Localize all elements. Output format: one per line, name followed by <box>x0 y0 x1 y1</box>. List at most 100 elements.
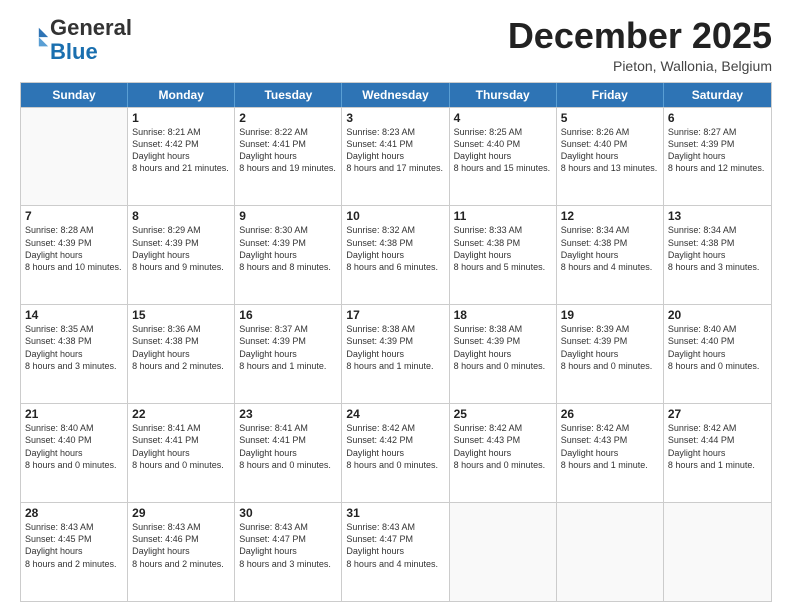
cal-cell: 7Sunrise: 8:28 AMSunset: 4:39 PMDaylight… <box>21 206 128 304</box>
day-info: Sunrise: 8:29 AMSunset: 4:39 PMDaylight … <box>132 224 230 273</box>
day-number: 19 <box>561 308 659 322</box>
cal-header-monday: Monday <box>128 83 235 107</box>
day-number: 17 <box>346 308 444 322</box>
cal-header-saturday: Saturday <box>664 83 771 107</box>
day-info: Sunrise: 8:42 AMSunset: 4:44 PMDaylight … <box>668 422 767 471</box>
day-number: 1 <box>132 111 230 125</box>
day-number: 14 <box>25 308 123 322</box>
day-info: Sunrise: 8:39 AMSunset: 4:39 PMDaylight … <box>561 323 659 372</box>
day-info: Sunrise: 8:32 AMSunset: 4:38 PMDaylight … <box>346 224 444 273</box>
day-info: Sunrise: 8:43 AMSunset: 4:47 PMDaylight … <box>346 521 444 570</box>
day-number: 10 <box>346 209 444 223</box>
logo-text: General Blue <box>50 16 132 64</box>
day-info: Sunrise: 8:37 AMSunset: 4:39 PMDaylight … <box>239 323 337 372</box>
cal-cell: 1Sunrise: 8:21 AMSunset: 4:42 PMDaylight… <box>128 108 235 206</box>
cal-cell: 11Sunrise: 8:33 AMSunset: 4:38 PMDayligh… <box>450 206 557 304</box>
cal-cell: 16Sunrise: 8:37 AMSunset: 4:39 PMDayligh… <box>235 305 342 403</box>
day-number: 31 <box>346 506 444 520</box>
day-number: 25 <box>454 407 552 421</box>
day-info: Sunrise: 8:34 AMSunset: 4:38 PMDaylight … <box>561 224 659 273</box>
day-info: Sunrise: 8:36 AMSunset: 4:38 PMDaylight … <box>132 323 230 372</box>
cal-header-thursday: Thursday <box>450 83 557 107</box>
day-number: 20 <box>668 308 767 322</box>
cal-cell: 6Sunrise: 8:27 AMSunset: 4:39 PMDaylight… <box>664 108 771 206</box>
cal-cell <box>664 503 771 601</box>
day-number: 24 <box>346 407 444 421</box>
cal-cell: 28Sunrise: 8:43 AMSunset: 4:45 PMDayligh… <box>21 503 128 601</box>
header: General Blue December 2025 Pieton, Wallo… <box>20 16 772 74</box>
cal-cell: 13Sunrise: 8:34 AMSunset: 4:38 PMDayligh… <box>664 206 771 304</box>
day-info: Sunrise: 8:30 AMSunset: 4:39 PMDaylight … <box>239 224 337 273</box>
logo: General Blue <box>20 16 132 64</box>
logo-blue: Blue <box>50 39 98 64</box>
cal-cell: 29Sunrise: 8:43 AMSunset: 4:46 PMDayligh… <box>128 503 235 601</box>
day-info: Sunrise: 8:41 AMSunset: 4:41 PMDaylight … <box>132 422 230 471</box>
day-info: Sunrise: 8:41 AMSunset: 4:41 PMDaylight … <box>239 422 337 471</box>
cal-cell: 12Sunrise: 8:34 AMSunset: 4:38 PMDayligh… <box>557 206 664 304</box>
day-number: 3 <box>346 111 444 125</box>
day-number: 27 <box>668 407 767 421</box>
day-info: Sunrise: 8:42 AMSunset: 4:42 PMDaylight … <box>346 422 444 471</box>
day-number: 13 <box>668 209 767 223</box>
day-number: 9 <box>239 209 337 223</box>
cal-cell: 20Sunrise: 8:40 AMSunset: 4:40 PMDayligh… <box>664 305 771 403</box>
cal-cell: 5Sunrise: 8:26 AMSunset: 4:40 PMDaylight… <box>557 108 664 206</box>
day-info: Sunrise: 8:23 AMSunset: 4:41 PMDaylight … <box>346 126 444 175</box>
cal-cell: 30Sunrise: 8:43 AMSunset: 4:47 PMDayligh… <box>235 503 342 601</box>
calendar: SundayMondayTuesdayWednesdayThursdayFrid… <box>20 82 772 602</box>
day-info: Sunrise: 8:42 AMSunset: 4:43 PMDaylight … <box>454 422 552 471</box>
day-info: Sunrise: 8:26 AMSunset: 4:40 PMDaylight … <box>561 126 659 175</box>
cal-cell: 19Sunrise: 8:39 AMSunset: 4:39 PMDayligh… <box>557 305 664 403</box>
day-number: 16 <box>239 308 337 322</box>
cal-cell <box>21 108 128 206</box>
page: General Blue December 2025 Pieton, Wallo… <box>0 0 792 612</box>
cal-cell <box>450 503 557 601</box>
day-info: Sunrise: 8:21 AMSunset: 4:42 PMDaylight … <box>132 126 230 175</box>
day-number: 30 <box>239 506 337 520</box>
cal-cell: 4Sunrise: 8:25 AMSunset: 4:40 PMDaylight… <box>450 108 557 206</box>
cal-cell: 23Sunrise: 8:41 AMSunset: 4:41 PMDayligh… <box>235 404 342 502</box>
day-number: 15 <box>132 308 230 322</box>
cal-cell: 17Sunrise: 8:38 AMSunset: 4:39 PMDayligh… <box>342 305 449 403</box>
cal-header-friday: Friday <box>557 83 664 107</box>
cal-cell: 27Sunrise: 8:42 AMSunset: 4:44 PMDayligh… <box>664 404 771 502</box>
day-info: Sunrise: 8:43 AMSunset: 4:47 PMDaylight … <box>239 521 337 570</box>
day-number: 29 <box>132 506 230 520</box>
cal-cell: 2Sunrise: 8:22 AMSunset: 4:41 PMDaylight… <box>235 108 342 206</box>
day-info: Sunrise: 8:34 AMSunset: 4:38 PMDaylight … <box>668 224 767 273</box>
day-info: Sunrise: 8:25 AMSunset: 4:40 PMDaylight … <box>454 126 552 175</box>
day-info: Sunrise: 8:35 AMSunset: 4:38 PMDaylight … <box>25 323 123 372</box>
day-info: Sunrise: 8:33 AMSunset: 4:38 PMDaylight … <box>454 224 552 273</box>
day-number: 4 <box>454 111 552 125</box>
calendar-body: 1Sunrise: 8:21 AMSunset: 4:42 PMDaylight… <box>21 107 771 601</box>
day-number: 12 <box>561 209 659 223</box>
calendar-header-row: SundayMondayTuesdayWednesdayThursdayFrid… <box>21 83 771 107</box>
cal-cell: 3Sunrise: 8:23 AMSunset: 4:41 PMDaylight… <box>342 108 449 206</box>
cal-cell: 10Sunrise: 8:32 AMSunset: 4:38 PMDayligh… <box>342 206 449 304</box>
cal-cell: 8Sunrise: 8:29 AMSunset: 4:39 PMDaylight… <box>128 206 235 304</box>
day-info: Sunrise: 8:38 AMSunset: 4:39 PMDaylight … <box>454 323 552 372</box>
cal-cell: 18Sunrise: 8:38 AMSunset: 4:39 PMDayligh… <box>450 305 557 403</box>
cal-header-wednesday: Wednesday <box>342 83 449 107</box>
day-number: 5 <box>561 111 659 125</box>
day-number: 2 <box>239 111 337 125</box>
cal-cell: 31Sunrise: 8:43 AMSunset: 4:47 PMDayligh… <box>342 503 449 601</box>
location-subtitle: Pieton, Wallonia, Belgium <box>508 58 772 74</box>
cal-cell: 14Sunrise: 8:35 AMSunset: 4:38 PMDayligh… <box>21 305 128 403</box>
day-number: 11 <box>454 209 552 223</box>
cal-cell: 21Sunrise: 8:40 AMSunset: 4:40 PMDayligh… <box>21 404 128 502</box>
cal-cell <box>557 503 664 601</box>
title-block: December 2025 Pieton, Wallonia, Belgium <box>508 16 772 74</box>
cal-cell: 15Sunrise: 8:36 AMSunset: 4:38 PMDayligh… <box>128 305 235 403</box>
day-info: Sunrise: 8:42 AMSunset: 4:43 PMDaylight … <box>561 422 659 471</box>
day-info: Sunrise: 8:22 AMSunset: 4:41 PMDaylight … <box>239 126 337 175</box>
cal-cell: 22Sunrise: 8:41 AMSunset: 4:41 PMDayligh… <box>128 404 235 502</box>
day-info: Sunrise: 8:40 AMSunset: 4:40 PMDaylight … <box>25 422 123 471</box>
day-info: Sunrise: 8:40 AMSunset: 4:40 PMDaylight … <box>668 323 767 372</box>
cal-header-sunday: Sunday <box>21 83 128 107</box>
cal-cell: 26Sunrise: 8:42 AMSunset: 4:43 PMDayligh… <box>557 404 664 502</box>
month-title: December 2025 <box>508 16 772 56</box>
day-info: Sunrise: 8:28 AMSunset: 4:39 PMDaylight … <box>25 224 123 273</box>
day-number: 6 <box>668 111 767 125</box>
cal-week-2: 14Sunrise: 8:35 AMSunset: 4:38 PMDayligh… <box>21 304 771 403</box>
